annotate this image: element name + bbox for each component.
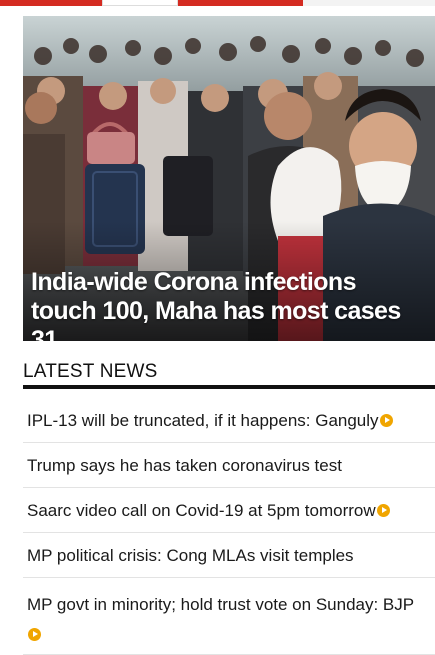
- news-item-saarc[interactable]: Saarc video call on Covid-19 at 5pm tomo…: [23, 488, 435, 533]
- nav-tab-left[interactable]: [0, 0, 102, 6]
- news-item-ipl[interactable]: IPL-13 will be truncated, if it happens:…: [23, 398, 435, 443]
- top-navigation-strip: [0, 0, 435, 6]
- play-icon: [28, 628, 41, 641]
- latest-news-title: LATEST NEWS: [23, 361, 158, 382]
- news-item-text: MP political crisis: Cong MLAs visit tem…: [27, 546, 354, 565]
- section-divider: [23, 385, 435, 389]
- news-item-text: Saarc video call on Covid-19 at 5pm tomo…: [27, 501, 376, 520]
- latest-news-list: IPL-13 will be truncated, if it happens:…: [23, 398, 435, 655]
- news-item-mp-govt[interactable]: MP govt in minority; hold trust vote on …: [23, 578, 435, 655]
- play-icon: [376, 504, 390, 517]
- news-item-text: IPL-13 will be truncated, if it happens:…: [27, 411, 379, 430]
- featured-story[interactable]: India-wide Corona infections touch 100, …: [23, 16, 435, 341]
- news-item-text: Trump says he has taken coronavirus test: [27, 456, 342, 475]
- nav-tab-active[interactable]: [102, 0, 178, 6]
- nav-tab-right[interactable]: [178, 0, 303, 6]
- news-item-text: MP govt in minority; hold trust vote on …: [27, 595, 415, 614]
- news-item-mp-crisis[interactable]: MP political crisis: Cong MLAs visit tem…: [23, 533, 435, 578]
- play-icon: [379, 414, 393, 427]
- hero-headline[interactable]: India-wide Corona infections touch 100, …: [31, 268, 425, 341]
- news-item-trump[interactable]: Trump says he has taken coronavirus test: [23, 443, 435, 488]
